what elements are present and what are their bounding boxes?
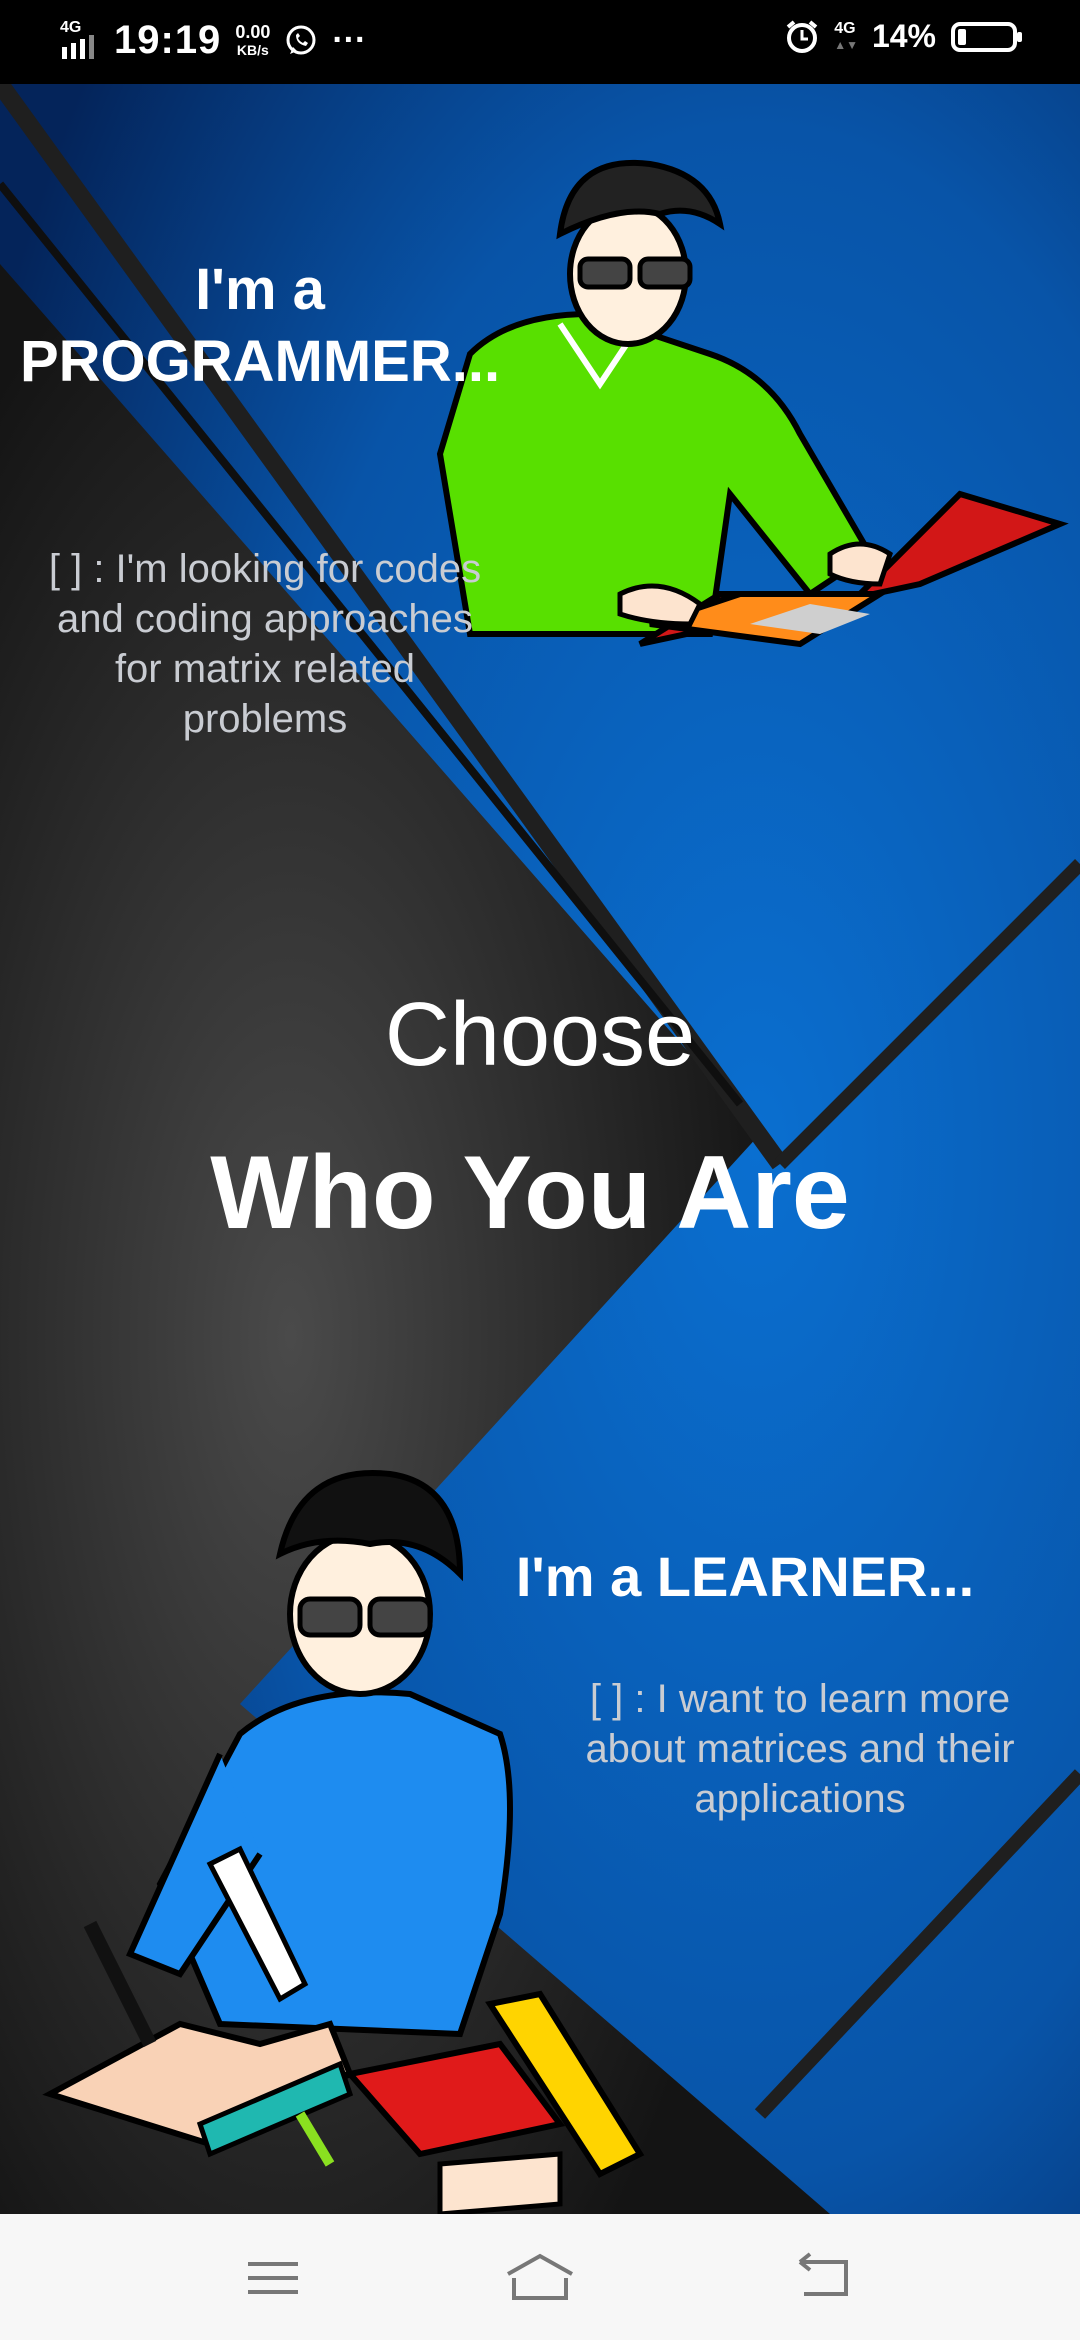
more-notifications-icon: ···: [332, 21, 367, 59]
choose-heading: Choose: [384, 985, 696, 1085]
navigation-bar: [0, 2214, 1080, 2340]
speed-value: 0.00: [235, 21, 271, 42]
clock: 19:19: [114, 18, 222, 62]
programmer-description: [ ] : I'm looking for codes and coding a…: [48, 547, 482, 741]
home-icon[interactable]: [504, 2248, 576, 2308]
programmer-option[interactable]: I'm a PROGRAMMER... [ ] : I'm looking fo…: [0, 124, 1080, 764]
battery-percent: 14%: [871, 18, 936, 54]
back-icon[interactable]: [796, 2248, 856, 2308]
choose-role-screen: I'm a PROGRAMMER... [ ] : I'm looking fo…: [0, 84, 1080, 2214]
network-type-right: 4G: [834, 19, 856, 37]
signal-icon: 4G: [60, 19, 100, 61]
learner-option[interactable]: I'm a LEARNER... [ ] : I want to learn m…: [0, 1424, 1080, 2214]
programmer-title-line2: PROGRAMMER...: [19, 329, 501, 394]
menu-icon[interactable]: [244, 2248, 304, 2308]
programmer-title: I'm a PROGRAMMER...: [0, 254, 520, 398]
data-speed: 0.00 KB/s: [235, 23, 270, 59]
whatsapp-icon: [286, 25, 316, 54]
status-right: 4G ▲▼ 14%: [784, 18, 1024, 55]
speed-unit: KB/s: [236, 41, 269, 58]
programmer-title-line1: I'm a: [195, 257, 325, 322]
learner-title: I'm a LEARNER...: [515, 1545, 975, 1608]
battery-icon: [951, 21, 1022, 52]
alarm-icon: [786, 19, 818, 53]
network-indicator: 4G ▲▼: [834, 19, 858, 52]
who-you-are-heading: Who You Are: [210, 1135, 850, 1251]
status-bar: 4G 19:19 0.00 KB/s ··· 4G ▲▼ 14%: [0, 0, 1080, 84]
status-left: 4G 19:19 0.00 KB/s ···: [60, 18, 366, 63]
learner-description: [ ] : I want to learn more about matrice…: [585, 1677, 1015, 1821]
